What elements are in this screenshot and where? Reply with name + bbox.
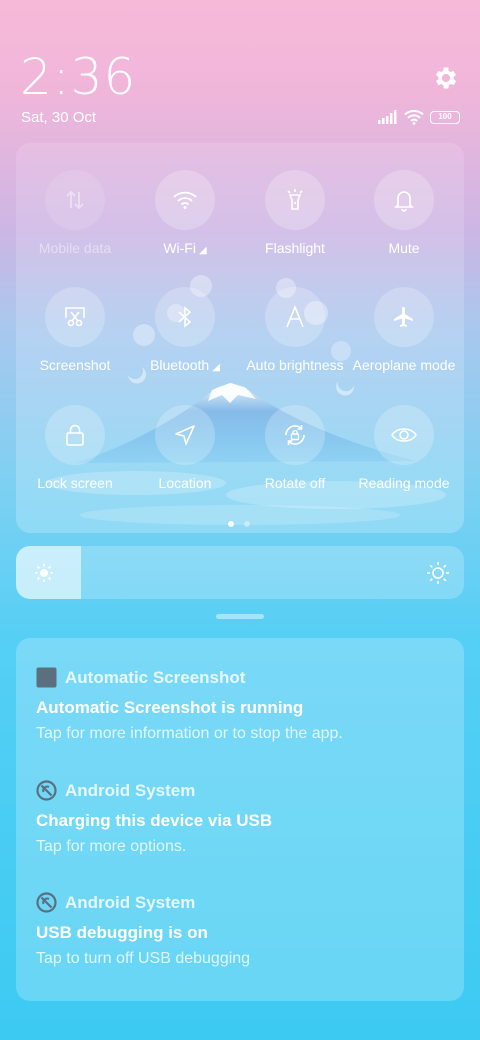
panel-drag-handle[interactable] (216, 614, 264, 619)
rotate-lock-icon (265, 405, 325, 465)
notification-header: Android System (36, 891, 436, 915)
notification-body: Tap for more information or to stop the … (36, 725, 343, 742)
settings-gear-icon[interactable] (432, 64, 460, 92)
quick-settings-panel: Mobile data Wi-Fi ◢ Flashlight Mute Scre… (16, 143, 464, 533)
notification-title: USB debugging is on (36, 923, 208, 942)
expand-triangle-icon: ◢ (212, 362, 220, 373)
notification-item[interactable]: Android System USB debugging is on Tap t… (36, 891, 456, 991)
notification-title: Automatic Screenshot is running (36, 698, 304, 717)
android-system-icon (36, 892, 57, 913)
tile-screenshot[interactable]: Screenshot (20, 260, 130, 373)
tile-mute[interactable]: Mute (349, 143, 459, 256)
flashlight-icon (265, 170, 325, 230)
brightness-slider[interactable] (16, 546, 464, 599)
android-system-icon (36, 780, 57, 801)
tile-label: Aeroplane mode (352, 357, 456, 373)
wifi-icon (155, 170, 215, 230)
tile-reading-mode[interactable]: Reading mode (349, 378, 459, 491)
airplane-icon (374, 287, 434, 347)
clock-time[interactable]: 2:36 (20, 48, 136, 106)
tile-aeroplane-mode[interactable]: Aeroplane mode (349, 260, 459, 373)
notification-body: Tap to turn off USB debugging (36, 950, 251, 967)
notification-header: Android System (36, 779, 436, 803)
mobile-data-icon (45, 170, 105, 230)
notification-app-name: Android System (65, 893, 196, 912)
notification-app-name: Android System (65, 781, 196, 800)
date-label[interactable]: Sat, 30 Oct (21, 109, 96, 126)
tile-bluetooth[interactable]: Bluetooth ◢ (130, 260, 240, 373)
page-dot-active (228, 521, 234, 527)
bluetooth-icon (155, 287, 215, 347)
wifi-status-icon (404, 109, 424, 125)
tile-wifi[interactable]: Wi-Fi ◢ (130, 143, 240, 256)
notification-title: Charging this device via USB (36, 811, 273, 830)
auto-brightness-icon (265, 287, 325, 347)
app-square-icon (36, 667, 57, 688)
notification-header: Automatic Screenshot (36, 666, 436, 690)
battery-indicator: 100 (430, 111, 460, 124)
bell-icon (374, 170, 434, 230)
eye-icon (374, 405, 434, 465)
notification-body: Tap for more options. (36, 838, 187, 855)
tile-lock-screen[interactable]: Lock screen (20, 378, 130, 491)
tile-rotate-off[interactable]: Rotate off (240, 378, 350, 491)
notification-panel: Automatic Screenshot Automatic Screensho… (16, 638, 464, 1001)
notification-app-name: Automatic Screenshot (65, 668, 246, 687)
location-icon (155, 405, 215, 465)
notification-item[interactable]: Android System Charging this device via … (36, 779, 456, 879)
tile-auto-brightness[interactable]: Auto brightness (240, 260, 350, 373)
page-dot (244, 521, 250, 527)
status-bar-icons: 100 (378, 108, 462, 128)
page-indicator (228, 521, 258, 529)
tile-label: Mute (388, 240, 420, 256)
tile-flashlight[interactable]: Flashlight (240, 143, 350, 256)
signal-strength-icon (378, 110, 397, 124)
screenshot-scissors-icon (45, 287, 105, 347)
expand-triangle-icon: ◢ (198, 245, 207, 256)
tile-location[interactable]: Location (130, 378, 240, 491)
tile-label: Reading mode (358, 475, 450, 491)
tile-mobile-data[interactable]: Mobile data (20, 143, 130, 256)
brightness-high-icon (427, 562, 449, 584)
brightness-low-icon (35, 564, 53, 582)
lock-icon (45, 405, 105, 465)
notification-item[interactable]: Automatic Screenshot Automatic Screensho… (36, 666, 456, 766)
